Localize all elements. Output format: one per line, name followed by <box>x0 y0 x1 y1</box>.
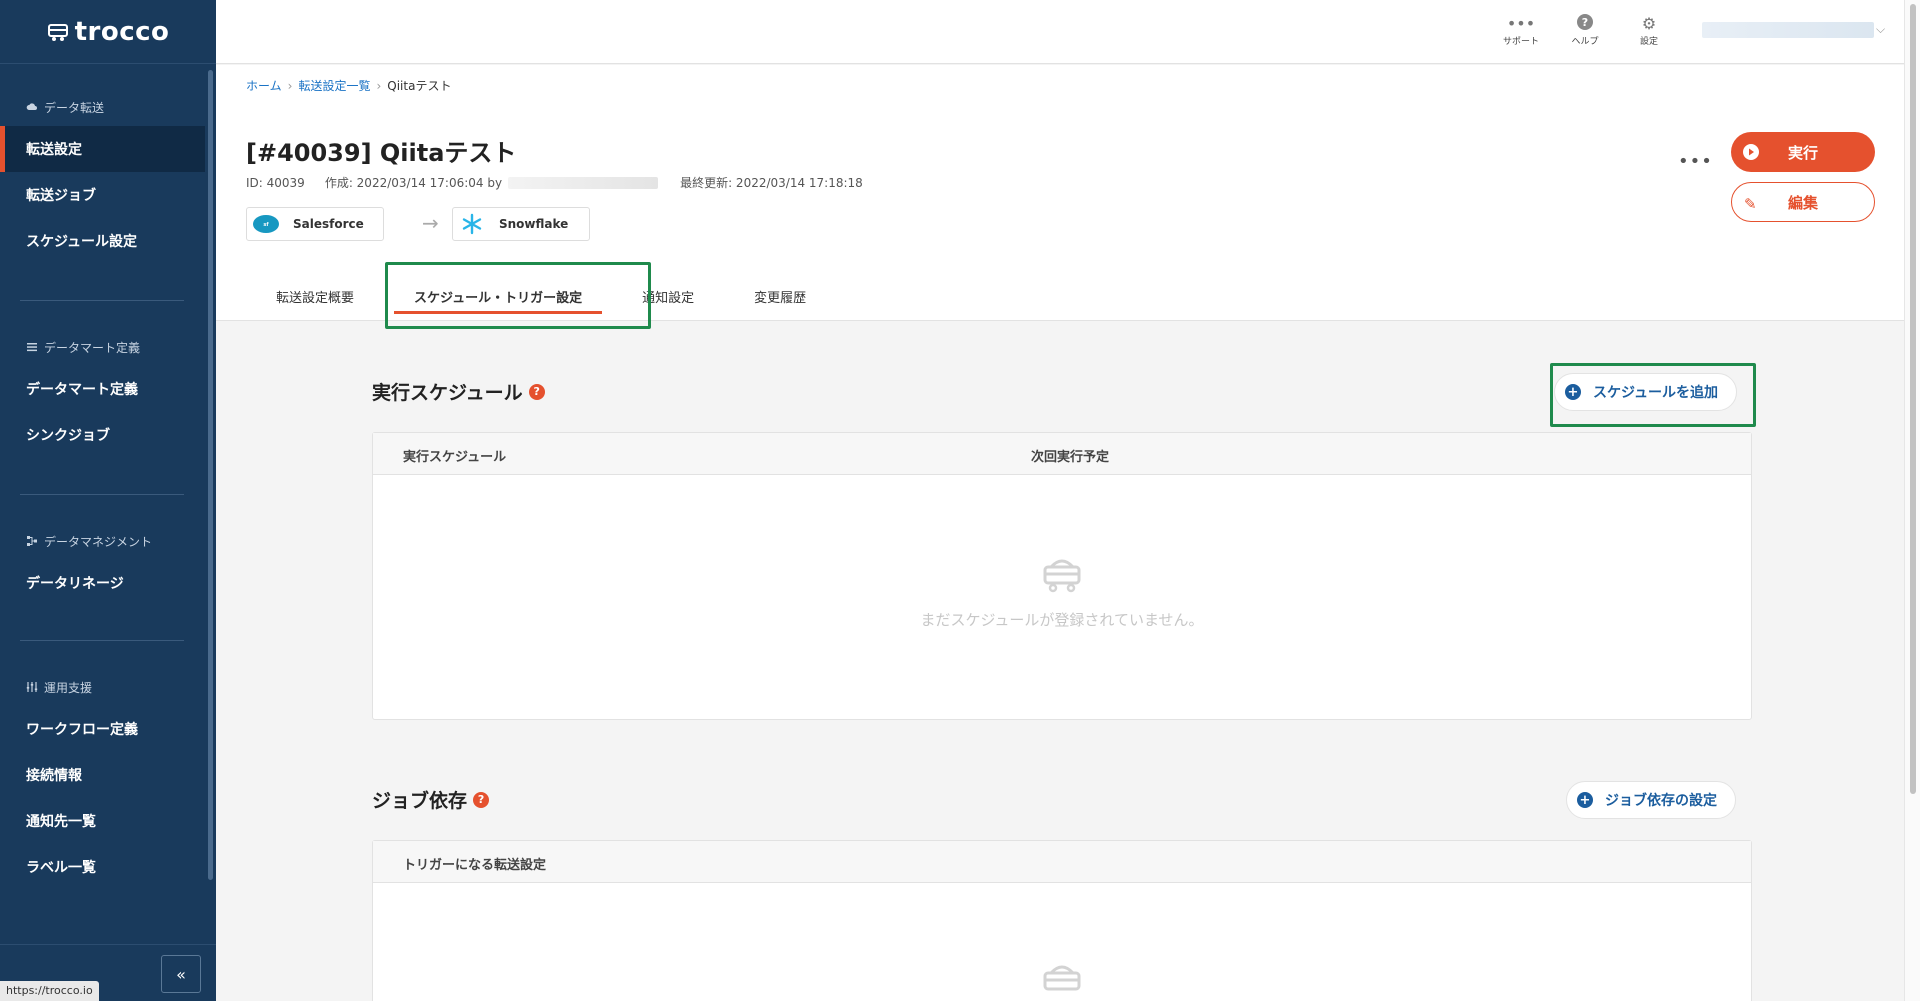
snowflake-icon <box>457 211 487 237</box>
sidebar-item-data-lineage[interactable]: データリネージ <box>0 560 205 606</box>
salesforce-icon: sf <box>251 211 281 237</box>
sidebar-item-notification-targets[interactable]: 通知先一覧 <box>0 798 205 844</box>
breadcrumb: ホーム › 転送設定一覧 › Qiitaテスト <box>246 77 451 94</box>
meta-info: ID: 40039 作成: 2022/03/14 17:06:04 by 最終更… <box>246 174 863 191</box>
created-text: 作成: 2022/03/14 17:06:04 by <box>324 176 503 190</box>
source-connector: sf Salesforce <box>246 207 384 241</box>
sidebar-heading: データマート定義 <box>0 336 205 358</box>
scrollbar-thumb[interactable] <box>1910 4 1916 794</box>
breadcrumb-transfer-list[interactable]: 転送設定一覧 <box>298 77 370 94</box>
chevron-down-icon[interactable]: ⌵ <box>1876 22 1885 37</box>
dots-icon: ••• <box>1506 14 1536 33</box>
help-icon[interactable]: ? <box>473 791 490 808</box>
chevron-right-icon: › <box>376 78 382 93</box>
dependency-table: トリガーになる転送設定 <box>372 840 1752 1001</box>
help-button[interactable]: ? ヘルプ <box>1560 14 1610 47</box>
plus-icon: + <box>1577 792 1593 808</box>
empty-cart-icon <box>1043 559 1081 593</box>
logo-text: trocco <box>74 16 170 47</box>
table-header: 実行スケジュール 次回実行予定 <box>373 433 1751 475</box>
sidebar-divider <box>20 640 184 641</box>
svg-text:?: ? <box>1582 16 1588 29</box>
edit-button[interactable]: ✎ 編集 <box>1731 182 1875 222</box>
sidebar-heading: データマネジメント <box>0 530 205 552</box>
source-name: Salesforce <box>293 217 364 231</box>
more-options-button[interactable]: ••• <box>1678 151 1713 172</box>
sidebar-item-datamart-definition[interactable]: データマート定義 <box>0 366 205 412</box>
list-icon <box>27 343 37 352</box>
sidebar-item-transfer-jobs[interactable]: 転送ジョブ <box>0 172 205 218</box>
status-url: https://trocco.io <box>0 981 99 1001</box>
schedule-table: 実行スケジュール 次回実行予定 まだスケジュールが登録されていません。 <box>372 432 1752 720</box>
sidebar: trocco データ転送 転送設定 転送ジョブ スケジュール設定 データマート定… <box>0 0 216 1001</box>
page-scrollbar[interactable] <box>1904 0 1920 1001</box>
settings-button[interactable]: ⚙ 設定 <box>1624 14 1674 47</box>
sidebar-heading: 運用支援 <box>0 676 205 698</box>
sidebar-group-datamart: データマート定義 データマート定義 シンクジョブ <box>0 336 205 458</box>
sidebar-item-connections[interactable]: 接続情報 <box>0 752 205 798</box>
gear-icon: ⚙ <box>1641 14 1657 33</box>
breadcrumb-home[interactable]: ホーム <box>246 77 282 94</box>
sidebar-item-workflow[interactable]: ワークフロー定義 <box>0 706 205 752</box>
sidebar-divider <box>20 494 184 495</box>
trocco-logo[interactable]: trocco <box>0 0 216 64</box>
destination-connector: Snowflake <box>452 207 590 241</box>
tab-overview[interactable]: 転送設定概要 <box>246 271 384 321</box>
help-icon: ? <box>1560 14 1610 34</box>
help-icon[interactable]: ? <box>528 383 545 400</box>
sliders-icon <box>26 682 38 692</box>
tab-highlight-box <box>385 262 651 329</box>
sidebar-group-ops: 運用支援 ワークフロー定義 接続情報 通知先一覧 ラベル一覧 <box>0 676 205 890</box>
lineage-icon <box>27 536 37 546</box>
pencil-icon: ✎ <box>1744 195 1757 213</box>
table-header: トリガーになる転送設定 <box>373 841 1751 883</box>
sidebar-item-transfer-settings[interactable]: 転送設定 <box>0 126 205 172</box>
destination-name: Snowflake <box>499 217 569 231</box>
chevron-right-icon: › <box>287 78 293 93</box>
sidebar-scrollbar[interactable] <box>208 70 213 880</box>
column-header-schedule: 実行スケジュール <box>403 450 507 465</box>
column-header-trigger: トリガーになる転送設定 <box>403 858 547 873</box>
sidebar-heading: データ転送 <box>0 96 205 118</box>
top-bar: ••• サポート ? ヘルプ ⚙ 設定 ⌵ <box>216 0 1904 64</box>
tab-history[interactable]: 変更履歴 <box>724 271 836 321</box>
add-schedule-highlight-box <box>1550 363 1756 427</box>
logo-icon <box>47 23 68 41</box>
sidebar-group-data-management: データマネジメント データリネージ <box>0 530 205 606</box>
empty-cart-icon <box>1043 965 1081 991</box>
support-button[interactable]: ••• サポート <box>1496 14 1546 47</box>
arrow-right-icon: → <box>422 211 439 235</box>
run-button[interactable]: 実行 <box>1731 132 1875 172</box>
empty-state: まだスケジュールが登録されていません。 <box>373 553 1751 630</box>
dependency-section-title: ジョブ依存 ? <box>372 786 490 813</box>
sidebar-item-labels[interactable]: ラベル一覧 <box>0 844 205 890</box>
empty-message: まだスケジュールが登録されていません。 <box>920 611 1204 629</box>
schedule-section-title: 実行スケジュール ? <box>372 378 545 405</box>
sidebar-group-data-transfer: データ転送 転送設定 転送ジョブ スケジュール設定 <box>0 96 205 264</box>
empty-state <box>373 959 1751 1001</box>
user-menu[interactable] <box>1702 22 1874 38</box>
cloud-icon <box>26 103 37 110</box>
sidebar-divider <box>20 300 184 301</box>
creator-name-redacted <box>508 176 659 189</box>
collapse-sidebar-button[interactable]: « <box>161 955 201 993</box>
play-icon <box>1743 144 1759 160</box>
id-text: ID: 40039 <box>246 175 305 190</box>
breadcrumb-current: Qiitaテスト <box>387 79 452 93</box>
page-title: [#40039] Qiitaテスト <box>246 139 517 167</box>
job-dependency-settings-button[interactable]: + ジョブ依存の設定 <box>1566 781 1736 819</box>
svg-text:sf: sf <box>263 222 269 228</box>
sidebar-item-schedule-settings[interactable]: スケジュール設定 <box>0 218 205 264</box>
column-header-next-run: 次回実行予定 <box>1031 450 1110 465</box>
updated-text: 最終更新: 2022/03/14 17:18:18 <box>680 176 863 190</box>
sidebar-item-sync-jobs[interactable]: シンクジョブ <box>0 412 205 458</box>
